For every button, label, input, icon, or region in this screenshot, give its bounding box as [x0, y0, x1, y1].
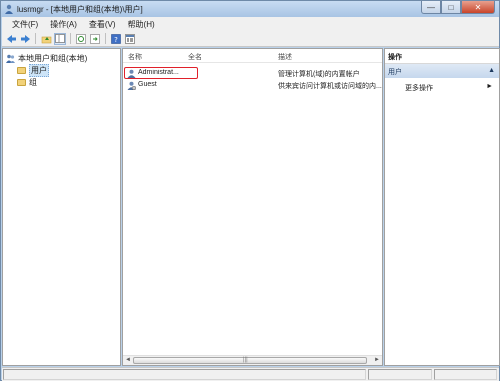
action-section-users[interactable]: 用户 ▲ [385, 64, 499, 78]
show-hide-tree-icon[interactable] [54, 32, 66, 45]
cell-name: Guest [138, 81, 157, 88]
toolbar-separator [35, 33, 36, 44]
console-icon[interactable] [124, 33, 136, 45]
forward-arrow-icon[interactable] [19, 33, 31, 45]
more-actions-item[interactable]: 更多操作 ► [385, 80, 499, 93]
column-header-name[interactable]: 名称 [128, 52, 142, 62]
up-folder-icon[interactable] [40, 33, 52, 45]
column-header-fullname[interactable]: 全名 [188, 52, 202, 62]
horizontal-scrollbar[interactable]: ◄ ||| ► [123, 355, 382, 365]
toolbar-separator [105, 33, 106, 44]
scroll-left-icon[interactable]: ◄ [125, 357, 131, 363]
refresh-icon[interactable] [75, 33, 87, 45]
cell-description: 管理计算机(域)的内置帐户 [278, 71, 360, 78]
tree-item-users-label: 用户 [29, 64, 49, 77]
menu-view[interactable]: 查看(V) [83, 19, 122, 30]
folder-icon [17, 79, 26, 86]
list-header: 名称 全名 描述 [123, 49, 382, 63]
users-app-icon [5, 4, 13, 14]
column-header-description[interactable]: 描述 [278, 52, 292, 62]
users-groups-icon [6, 54, 15, 63]
window-title: lusrmgr - [本地用户和组(本地)\用户] [17, 5, 143, 14]
user-icon [127, 69, 136, 78]
more-actions-label: 更多操作 [405, 85, 433, 92]
cell-description: 供来宾访问计算机或访问域的内... [278, 83, 382, 90]
window-controls: — □ ✕ [421, 1, 495, 15]
list-pane: 名称 全名 描述 Administrat... 管理计算机(域)的内置帐户 Gu… [122, 48, 383, 366]
status-bar [2, 367, 499, 381]
maximize-button[interactable]: □ [441, 1, 461, 14]
action-pane: 操作 用户 ▲ 更多操作 ► [384, 48, 500, 366]
folder-icon [17, 67, 26, 74]
submenu-arrow-icon: ► [486, 83, 493, 90]
close-button[interactable]: ✕ [461, 1, 495, 14]
scroll-grip-icon: ||| [243, 357, 248, 363]
tree-item-groups-label: 组 [29, 78, 37, 87]
status-segment [434, 369, 497, 380]
user-disabled-icon [127, 81, 136, 90]
maximize-icon: □ [448, 2, 454, 12]
status-segment [3, 369, 366, 380]
tree-root[interactable]: 本地用户和组(本地) [6, 53, 87, 64]
table-row[interactable]: Administrat... 管理计算机(域)的内置帐户 [123, 67, 382, 79]
svg-text:?: ? [114, 36, 118, 44]
tree-item-groups[interactable]: 组 [17, 77, 37, 88]
scroll-right-icon[interactable]: ► [374, 357, 380, 363]
tree-root-label: 本地用户和组(本地) [18, 54, 88, 63]
close-icon: ✕ [474, 2, 482, 12]
menu-file[interactable]: 文件(F) [6, 19, 44, 30]
export-list-icon[interactable] [89, 33, 101, 45]
table-row[interactable]: Guest 供来宾访问计算机或访问域的内... [123, 80, 382, 91]
title-bar[interactable]: lusrmgr - [本地用户和组(本地)\用户] — □ ✕ [1, 1, 499, 17]
scroll-thumb[interactable] [133, 357, 367, 364]
back-arrow-icon[interactable] [5, 33, 17, 45]
toolbar-separator [70, 33, 71, 44]
help-icon[interactable]: ? [110, 33, 122, 45]
toolbar: ? [2, 31, 499, 47]
cell-name: Administrat... [138, 69, 179, 76]
collapse-up-icon[interactable]: ▲ [488, 67, 495, 74]
menu-help[interactable]: 帮助(H) [122, 19, 161, 30]
tree-pane: 本地用户和组(本地) 用户 组 [2, 48, 121, 366]
action-pane-title: 操作 [385, 49, 499, 64]
tree-item-users[interactable]: 用户 [17, 64, 49, 77]
action-section-label: 用户 [388, 69, 402, 76]
minimize-icon: — [427, 2, 435, 12]
application-window: lusrmgr - [本地用户和组(本地)\用户] — □ ✕ 文件(F) 操作… [0, 0, 500, 381]
menu-action[interactable]: 操作(A) [44, 19, 83, 30]
status-segment [368, 369, 432, 380]
menu-bar: 文件(F) 操作(A) 查看(V) 帮助(H) [2, 17, 499, 31]
minimize-button[interactable]: — [421, 1, 441, 14]
